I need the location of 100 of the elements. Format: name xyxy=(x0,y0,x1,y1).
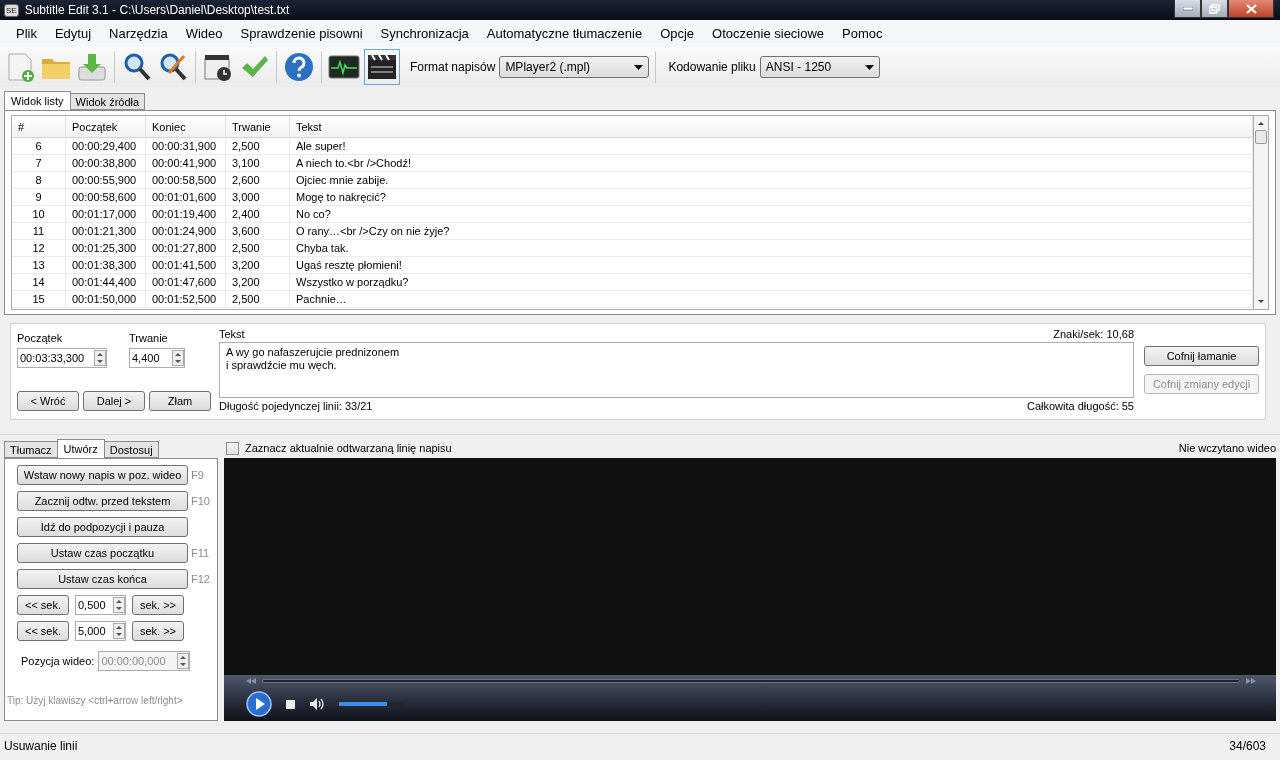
scrollbar[interactable] xyxy=(1253,115,1269,310)
minimize-icon xyxy=(1182,6,1193,11)
fast-forward-icon[interactable] xyxy=(1246,678,1256,684)
spin-arrows-icon[interactable] xyxy=(113,597,125,613)
checkbox[interactable] xyxy=(226,441,239,455)
nav-button[interactable]: < Wróć xyxy=(17,391,79,411)
shortcut-key: F11 xyxy=(191,547,210,559)
table-cell: 00:01:25,300 xyxy=(66,240,146,256)
dropdown-caret-icon xyxy=(864,64,874,70)
step-field[interactable]: 5,000 xyxy=(75,621,126,641)
table-cell: 00:00:55,900 xyxy=(66,172,146,188)
menu-item[interactable]: Otoczenie sieciowe xyxy=(703,26,834,41)
table-cell: 00:01:24,900 xyxy=(146,223,226,239)
close-button[interactable] xyxy=(1228,0,1274,18)
checkbox-label: Zaznacz aktualnie odtwarzaną linię napisu xyxy=(245,442,452,454)
table-cell: 00:00:31,900 xyxy=(146,138,226,154)
column-header[interactable]: # xyxy=(12,116,66,138)
step-forward-button[interactable]: sek. >> xyxy=(132,621,184,641)
subtitle-text-field[interactable]: A wy go nafaszerujcie prednizonem i sprawdźcie mu węch. xyxy=(219,342,1134,398)
encoding-dropdown[interactable]: ANSI - 1250 xyxy=(759,56,880,78)
table-cell: 00:01:27,800 xyxy=(146,240,226,256)
shortcut-key: F10 xyxy=(191,495,210,507)
chars-per-second: Znaki/sek: 10,68 xyxy=(1053,328,1134,340)
step-field[interactable]: 0,500 xyxy=(75,595,126,615)
table-cell: 3,600 xyxy=(226,223,290,239)
table-cell: 00:01:50,000 xyxy=(66,291,146,307)
column-header[interactable]: Początek xyxy=(66,116,146,138)
table-cell: 3,200 xyxy=(226,257,290,273)
table-cell: 12 xyxy=(12,240,66,256)
tool-tab[interactable]: Tłumacz xyxy=(4,441,58,458)
table-cell: 00:01:44,400 xyxy=(66,274,146,290)
table-cell: 2,400 xyxy=(226,206,290,222)
menu-item[interactable]: Pomoc xyxy=(833,26,892,41)
line-counter: 34/603 xyxy=(1229,738,1266,753)
line-length-text: Długość pojedynczej linii: 33/21 xyxy=(219,400,373,412)
table-cell: 15 xyxy=(12,291,66,307)
table-cell: 00:01:17,000 xyxy=(66,206,146,222)
spin-arrows-icon[interactable] xyxy=(172,350,184,366)
step-forward-button[interactable]: sek. >> xyxy=(132,595,184,615)
format-label: Format napisów xyxy=(410,60,496,74)
nav-button[interactable]: Dalej > xyxy=(83,391,145,411)
table-cell: 00:00:29,400 xyxy=(66,138,146,154)
seek-bar[interactable] xyxy=(262,679,1240,683)
menu-item[interactable]: Plik xyxy=(7,26,46,41)
table-cell: 00:01:52,500 xyxy=(146,291,226,307)
volume-slider[interactable] xyxy=(339,702,405,706)
position-label: Pozycja wideo: xyxy=(21,655,95,667)
step-back-button[interactable]: << sek. xyxy=(17,595,69,615)
menu-item[interactable]: Automatyczne tłumaczenie xyxy=(477,26,652,41)
table-cell: 00:01:19,400 xyxy=(146,206,226,222)
nav-button[interactable]: Złam xyxy=(149,391,211,411)
help-icon[interactable] xyxy=(283,51,315,83)
edit-action-button[interactable]: Cofnij łamanie xyxy=(1144,346,1259,366)
format-dropdown[interactable]: MPlayer2 (.mpl) xyxy=(499,56,650,78)
view-tab[interactable]: Widok źródła xyxy=(69,93,146,110)
restore-button[interactable] xyxy=(1201,0,1228,18)
create-action-button[interactable]: Ustaw czas początku xyxy=(17,543,188,563)
scroll-thumb[interactable] xyxy=(1255,130,1267,144)
table-cell: 2,500 xyxy=(226,138,290,154)
table-cell: 7 xyxy=(12,155,66,171)
stop-icon[interactable] xyxy=(286,699,295,709)
create-action-button[interactable]: Idź do podpozycji i pauza xyxy=(17,517,188,537)
restore-icon xyxy=(1209,3,1220,14)
menu-item[interactable]: Edytuj xyxy=(45,26,101,41)
create-action-button[interactable]: Zacznij odtw. przed tekstem xyxy=(17,491,188,511)
volume-icon[interactable] xyxy=(309,697,325,711)
tool-tab[interactable]: Dostosuj xyxy=(103,441,159,458)
step-back-button[interactable]: << sek. xyxy=(17,621,69,641)
menu-item[interactable]: Wideo xyxy=(176,26,232,41)
menu-item[interactable]: Synchronizacja xyxy=(371,26,478,41)
column-header[interactable]: Koniec xyxy=(146,116,226,138)
table-cell: 11 xyxy=(12,223,66,239)
play-icon[interactable] xyxy=(246,691,272,717)
create-action-button[interactable]: Wstaw nowy napis w poz. wideo xyxy=(17,465,188,485)
status-text: Usuwanie linii xyxy=(4,738,78,753)
table-cell: 2,600 xyxy=(226,172,290,188)
table-cell: 8 xyxy=(12,172,66,188)
tool-tab[interactable]: Utwórz xyxy=(56,439,105,458)
encoding-label: Kodowanie pliku xyxy=(668,60,756,74)
start-time-field[interactable]: 00:03:33,300 xyxy=(17,348,107,368)
table-cell: 00:01:38,300 xyxy=(66,257,146,273)
column-header[interactable]: Trwanie xyxy=(226,116,290,138)
menu-item[interactable]: Sprawdzenie pisowni xyxy=(231,26,372,41)
duration-label: Trwanie xyxy=(129,332,169,344)
table-cell: 2,500 xyxy=(226,291,290,307)
text-label: Tekst xyxy=(219,328,245,340)
start-label: Początek xyxy=(17,332,64,344)
menu-item[interactable]: Narzędzia xyxy=(100,26,177,41)
table-cell: 00:01:47,600 xyxy=(146,274,226,290)
minimize-button[interactable] xyxy=(1174,0,1201,18)
view-tab[interactable]: Widok listy xyxy=(4,91,71,110)
create-action-button[interactable]: Ustaw czas końca xyxy=(17,569,188,589)
rewind-icon[interactable] xyxy=(246,678,256,684)
table-cell: 14 xyxy=(12,274,66,290)
spin-arrows-icon[interactable] xyxy=(94,350,106,366)
table-cell: 6 xyxy=(12,138,66,154)
duration-field[interactable]: 4,400 xyxy=(129,348,185,368)
spin-arrows-icon[interactable] xyxy=(113,623,125,639)
menu-item[interactable]: Opcje xyxy=(651,26,704,41)
table-cell: 3,200 xyxy=(226,274,290,290)
